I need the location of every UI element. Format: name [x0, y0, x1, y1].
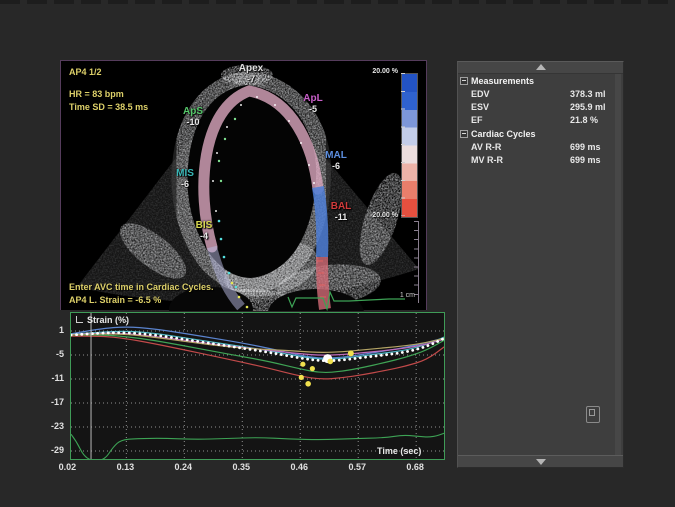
panel-content: MeasurementsEDV378.3 mlESV295.9 mlEF21.8… — [458, 74, 623, 167]
group-header: Cardiac Cycles — [458, 127, 623, 141]
y-tick-label: -23 — [36, 421, 64, 431]
view-label: AP4 1/2 — [69, 67, 102, 77]
time-sd-label: Time SD = 38.5 ms — [69, 102, 148, 112]
measurement-row: AV R-R699 ms — [458, 141, 623, 154]
scroll-down-icon — [536, 459, 546, 465]
colorbar-ticks — [401, 73, 405, 216]
strain-result-label: AP4 L. Strain = -6.5 % — [69, 295, 161, 305]
segment-label-apl: ApL-5 — [293, 94, 333, 114]
segment-label-mal: MAL-6 — [316, 151, 356, 171]
y-tick-label: -29 — [36, 445, 64, 455]
x-tick-label: 0.24 — [166, 462, 200, 472]
collapse-icon[interactable] — [460, 130, 468, 138]
measurement-row: EF21.8 % — [458, 114, 623, 127]
segment-label-mis: MIS-6 — [165, 169, 205, 189]
segment-label-bis: BIS-4 — [184, 221, 224, 241]
top-edge-decoration — [0, 0, 675, 4]
x-tick-label: 0.35 — [224, 462, 258, 472]
group-header: Measurements — [458, 74, 623, 88]
y-tick-label: -11 — [36, 373, 64, 383]
depth-ruler — [418, 221, 419, 303]
avc-message: Enter AVC time in Cardiac Cycles. — [69, 282, 214, 292]
measurement-row: MV R-R699 ms — [458, 154, 623, 167]
measurement-row: ESV295.9 ml — [458, 101, 623, 114]
colorbar-max-label: 20.00 % — [341, 68, 398, 75]
measurements-panel: MeasurementsEDV378.3 mlESV295.9 mlEF21.8… — [457, 61, 624, 468]
measurement-row: EDV378.3 ml — [458, 88, 623, 101]
x-tick-label: 0.46 — [282, 462, 316, 472]
depth-scale-label: 1 cm — [387, 292, 415, 299]
scroll-up-icon — [536, 64, 546, 70]
x-tick-label: 0.68 — [398, 462, 432, 472]
heart-rate-label: HR = 83 bpm — [69, 89, 124, 99]
segment-label-bal: BAL-11 — [321, 202, 361, 222]
x-axis-label: Time (sec) — [377, 446, 421, 456]
strain-chart-plot — [71, 313, 444, 459]
y-tick-label: 1 — [36, 325, 64, 335]
strain-roi-lateral-band — [318, 187, 322, 257]
page-indicator-icon[interactable] — [586, 406, 600, 423]
segment-label-apex: Apex-7 — [231, 64, 271, 84]
chart-title: Strain (%) — [76, 315, 129, 325]
scroll-up-button[interactable] — [458, 62, 623, 74]
strain-chart — [70, 312, 445, 460]
app-screen: AP4 1/2 HR = 83 bpm Time SD = 38.5 ms En… — [0, 0, 675, 507]
segment-label-aps: ApS-10 — [173, 107, 213, 127]
x-tick-label: 0.57 — [340, 462, 374, 472]
ultrasound-display: AP4 1/2 HR = 83 bpm Time SD = 38.5 ms En… — [60, 60, 427, 310]
scroll-down-button[interactable] — [458, 455, 623, 467]
collapse-icon[interactable] — [460, 77, 468, 85]
x-tick-label: 0.13 — [108, 462, 142, 472]
x-tick-label: 0.02 — [50, 462, 84, 472]
y-tick-label: -17 — [36, 397, 64, 407]
depth-ruler-ticks — [414, 221, 418, 303]
y-tick-label: -5 — [36, 349, 64, 359]
corner-icon — [76, 316, 83, 323]
